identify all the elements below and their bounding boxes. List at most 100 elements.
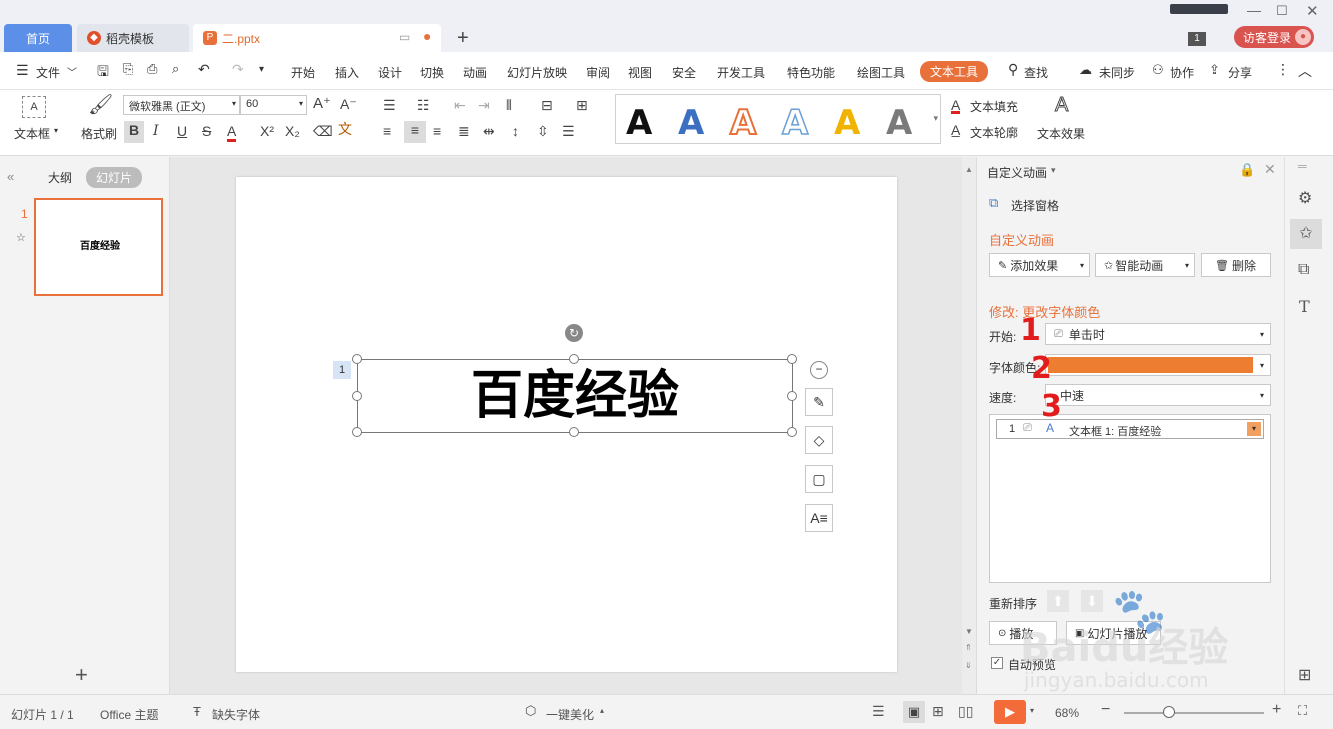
align-center-icon[interactable]: ≡ xyxy=(404,121,426,143)
selection-pane-icon[interactable]: ⧉ xyxy=(989,195,998,211)
search-icon[interactable]: ⚲ xyxy=(1008,61,1018,78)
screen-icon[interactable]: ▭ xyxy=(399,30,410,44)
text-format-icon[interactable]: A≡ xyxy=(805,504,833,532)
beautify-button[interactable]: 一键美化 xyxy=(546,706,594,723)
next-slide-icon[interactable]: ⇓ xyxy=(965,661,972,670)
prev-slide-icon[interactable]: ⇑ xyxy=(965,643,972,652)
resize-handle[interactable] xyxy=(352,354,362,364)
menu-collab[interactable]: 协作 xyxy=(1170,64,1194,81)
collapse-float-icon[interactable]: − xyxy=(810,361,828,379)
text-effect-icon[interactable]: A xyxy=(1054,95,1068,116)
resize-handle[interactable] xyxy=(787,391,797,401)
close-window-icon[interactable]: ✕ xyxy=(1306,2,1319,20)
menu-tab-review[interactable]: 审阅 xyxy=(586,64,610,81)
outline-icon[interactable]: ▢ xyxy=(805,465,833,493)
increase-indent-icon[interactable]: ⇥ xyxy=(478,96,490,114)
menu-tab-slideshow[interactable]: 幻灯片放映 xyxy=(507,64,567,81)
zoom-level[interactable]: 68% xyxy=(1055,706,1079,720)
fill-bucket-icon[interactable]: ◇ xyxy=(805,426,833,454)
collapse-pane-icon[interactable]: « xyxy=(7,169,14,184)
export-icon[interactable]: ⎘ xyxy=(123,61,133,77)
wordart-style-blue[interactable]: A xyxy=(678,103,704,143)
para-settings-icon[interactable]: ☰ xyxy=(562,122,575,140)
eraser-icon[interactable]: ⌫ xyxy=(313,122,333,140)
rotate-handle-icon[interactable]: ↻ xyxy=(565,324,583,342)
play-slideshow-icon[interactable]: ▶ xyxy=(994,700,1026,724)
tab-outline[interactable]: 大纲 xyxy=(48,169,72,186)
text-direction-icon[interactable]: ⫴ xyxy=(506,96,512,114)
normal-view-icon[interactable]: ▣ xyxy=(903,701,925,723)
textbox-icon[interactable]: A xyxy=(22,96,46,118)
wordart-style-gold[interactable]: A xyxy=(834,103,860,143)
bold-icon[interactable]: B xyxy=(124,121,144,143)
add-effect-button[interactable]: ✎ 添加效果 ▾ xyxy=(989,253,1090,277)
menu-tab-animation[interactable]: 动画 xyxy=(463,64,487,81)
notes-icon[interactable]: ☰ xyxy=(872,703,885,720)
hamburger-icon[interactable]: ☰ xyxy=(16,62,29,79)
start-select[interactable]: ⎚ 单击时 ▾ xyxy=(1045,323,1271,345)
move-down-icon[interactable]: ⬇ xyxy=(1081,590,1103,612)
pane-title[interactable]: 自定义动画 xyxy=(987,164,1047,181)
align-text-icon[interactable]: ⊟ xyxy=(541,96,553,114)
smart-animation-button[interactable]: ✩ 智能动画 ▾ xyxy=(1095,253,1195,277)
zoom-out-icon[interactable]: − xyxy=(1101,701,1110,719)
strikethrough-icon[interactable]: S xyxy=(202,122,211,140)
shape-style-icon[interactable]: ✎ xyxy=(805,388,833,416)
format-painter-button[interactable]: 格式刷 xyxy=(81,125,117,142)
new-tab-icon[interactable]: + xyxy=(457,27,469,50)
more-icon[interactable]: ⋮ xyxy=(1276,61,1290,78)
redo-icon[interactable]: ↷ xyxy=(232,61,244,78)
menu-search[interactable]: 查找 xyxy=(1024,64,1048,81)
font-color-icon[interactable]: A xyxy=(227,122,237,142)
menu-tab-transition[interactable]: 切换 xyxy=(420,64,444,81)
superscript-icon[interactable]: X² xyxy=(260,122,274,140)
tab-home[interactable]: 首页 xyxy=(4,24,72,52)
gallery-more-icon[interactable]: ▾ xyxy=(933,113,938,124)
subscript-icon[interactable]: X₂ xyxy=(285,122,300,140)
slideshow-button[interactable]: ▣ 幻灯片播放 xyxy=(1066,621,1161,645)
speed-select[interactable]: 中速 ▾ xyxy=(1045,384,1271,406)
quick-access-dropdown-icon[interactable]: ▾ xyxy=(259,64,264,75)
resize-handle[interactable] xyxy=(569,427,579,437)
wordart-style-black[interactable]: A xyxy=(626,103,652,143)
align-left-icon[interactable]: ≡ xyxy=(383,122,391,140)
menu-tab-design[interactable]: 设计 xyxy=(378,64,402,81)
collapse-ribbon-icon[interactable]: ︿ xyxy=(1298,61,1312,81)
auto-preview-checkbox[interactable]: ✓ xyxy=(991,657,1003,669)
text-outline-button[interactable]: 文本轮廓 xyxy=(970,124,1018,141)
phonetic-icon[interactable]: 文 xyxy=(338,120,352,138)
zoom-in-icon[interactable]: + xyxy=(1272,701,1281,719)
maximize-icon[interactable]: ☐ xyxy=(1276,3,1288,19)
menu-tab-text-tools[interactable]: 文本工具 xyxy=(920,61,989,82)
slide-thumbnail[interactable]: 百度经验 xyxy=(34,198,163,296)
minimize-icon[interactable]: — xyxy=(1247,2,1261,18)
move-up-icon[interactable]: ⬆ xyxy=(1047,590,1069,612)
align-right-icon[interactable]: ≡ xyxy=(433,122,441,140)
scroll-up-icon[interactable]: ▲ xyxy=(965,165,973,174)
scroll-down-icon[interactable]: ▼ xyxy=(965,627,973,636)
decrease-indent-icon[interactable]: ⇤ xyxy=(454,96,466,114)
chevron-up-icon[interactable]: ▴ xyxy=(600,706,604,715)
text-fill-button[interactable]: 文本填充 xyxy=(970,98,1018,115)
wordart-style-gray[interactable]: A xyxy=(886,103,912,143)
menu-tab-features[interactable]: 特色功能 xyxy=(787,64,835,81)
menu-share[interactable]: 分享 xyxy=(1228,64,1252,81)
text-icon[interactable]: T xyxy=(1299,297,1310,316)
resize-handle[interactable] xyxy=(787,354,797,364)
justify-icon[interactable]: ≣ xyxy=(458,122,470,140)
font-size-select[interactable]: 60 ▾ xyxy=(240,95,307,115)
menu-tab-start[interactable]: 开始 xyxy=(291,64,315,81)
tab-document[interactable]: P 二.pptx ▭ ● xyxy=(193,24,441,52)
chevron-down-icon[interactable]: ▾ xyxy=(1051,165,1056,176)
menu-tab-view[interactable]: 视图 xyxy=(628,64,652,81)
italic-icon[interactable]: I xyxy=(153,122,159,140)
wordart-style-blue-outline[interactable]: A xyxy=(781,102,809,144)
undo-icon[interactable]: ↶ xyxy=(198,61,210,78)
bullets-icon[interactable]: ☰ xyxy=(383,96,396,114)
underline-icon[interactable]: U xyxy=(177,122,187,140)
page-count-badge[interactable]: 1 xyxy=(1188,32,1206,46)
selection-pane-link[interactable]: 选择窗格 xyxy=(1011,197,1059,214)
lock-icon[interactable]: 🔒 xyxy=(1239,162,1255,178)
login-button[interactable]: 访客登录 ● xyxy=(1234,26,1314,48)
save-icon[interactable]: 🖫 xyxy=(97,61,109,85)
